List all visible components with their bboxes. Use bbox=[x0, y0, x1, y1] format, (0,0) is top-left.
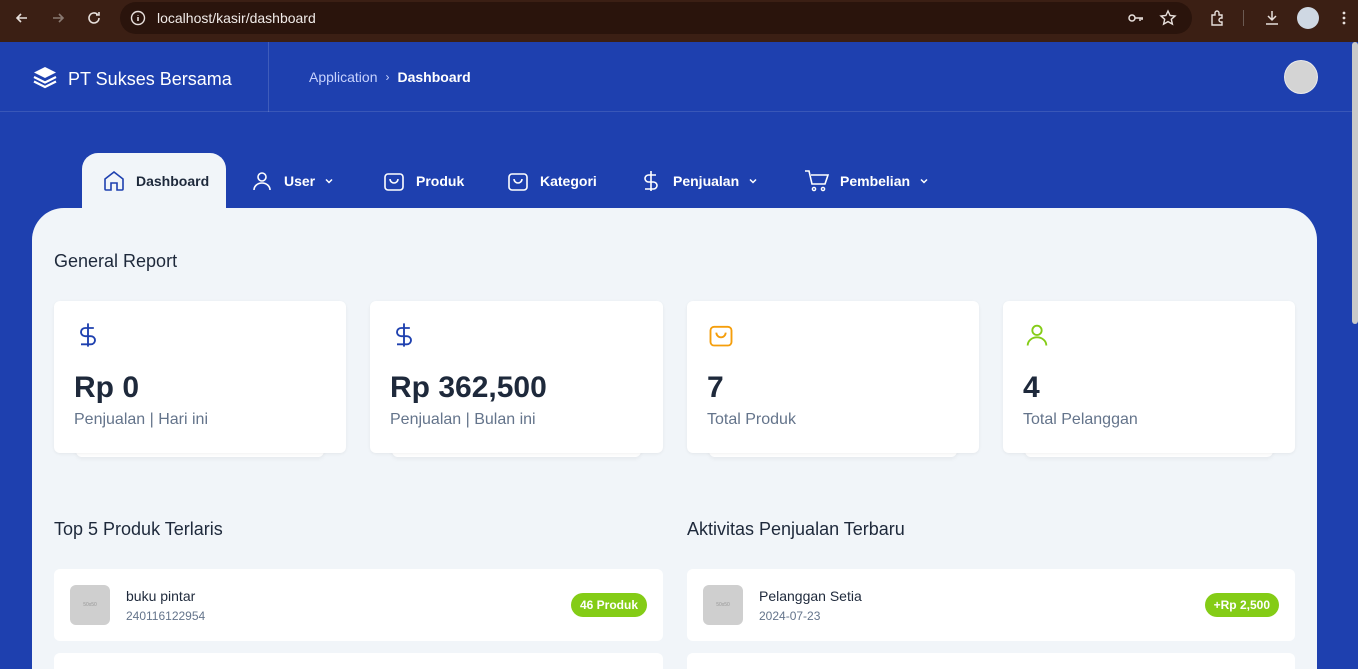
stat-value: Rp 362,500 bbox=[390, 371, 547, 404]
page-scrollbar[interactable] bbox=[1352, 42, 1358, 324]
main-content: General Report Rp 0 Penjualan | Hari ini… bbox=[32, 208, 1317, 669]
count-badge: 46 Produk bbox=[570, 593, 647, 617]
stat-value: 4 bbox=[1023, 371, 1040, 404]
tab-dashboard-label: Dashboard bbox=[136, 172, 210, 189]
star-icon[interactable] bbox=[1157, 7, 1179, 29]
dollar-icon bbox=[390, 321, 418, 349]
home-icon bbox=[102, 169, 126, 193]
tab-produk[interactable]: Produk bbox=[382, 153, 464, 208]
app-header: PT Sukses Bersama Application › Dashboar… bbox=[0, 42, 1358, 112]
tab-kategori-label: Kategori bbox=[540, 172, 597, 189]
stat-label: Total Produk bbox=[707, 411, 796, 428]
site-info-icon[interactable] bbox=[130, 10, 146, 31]
stat-card-body: Rp 362,500 Penjualan | Bulan ini bbox=[370, 301, 663, 453]
sale-date: 2024-07-23 bbox=[759, 609, 821, 623]
url-text[interactable]: localhost/kasir/dashboard bbox=[157, 10, 316, 26]
stat-card-body: 7 Total Produk bbox=[687, 301, 979, 453]
shopping-bag-icon bbox=[382, 169, 406, 193]
header-divider bbox=[268, 42, 269, 112]
address-bar[interactable]: localhost/kasir/dashboard bbox=[120, 2, 1192, 34]
dollar-icon bbox=[639, 169, 663, 193]
tab-dashboard[interactable]: Dashboard bbox=[82, 153, 226, 208]
menu-icon[interactable] bbox=[1333, 7, 1355, 29]
tab-pembelian[interactable]: Pembelian bbox=[804, 153, 930, 208]
download-icon[interactable] bbox=[1261, 7, 1283, 29]
tab-user[interactable]: User bbox=[250, 153, 335, 208]
brand-name: PT Sukses Bersama bbox=[68, 69, 232, 89]
profile-icon[interactable] bbox=[1297, 7, 1319, 29]
key-icon[interactable] bbox=[1125, 7, 1147, 29]
list-item[interactable] bbox=[54, 653, 663, 669]
stat-card-sales-month: Rp 362,500 Penjualan | Bulan ini bbox=[370, 301, 663, 461]
list-item[interactable]: 50x50 buku pintar 240116122954 46 Produk bbox=[54, 569, 663, 641]
list-item[interactable] bbox=[687, 653, 1295, 669]
stat-card-body: 4 Total Pelanggan bbox=[1003, 301, 1295, 453]
toolbar-divider bbox=[1243, 10, 1244, 26]
back-icon[interactable] bbox=[10, 6, 34, 30]
recent-sales-title: Aktivitas Penjualan Terbaru bbox=[687, 519, 905, 539]
stat-label: Penjualan | Bulan ini bbox=[390, 411, 536, 428]
shopping-bag-icon bbox=[707, 321, 735, 349]
stat-value: 7 bbox=[707, 371, 724, 404]
tab-user-label: User bbox=[284, 172, 316, 189]
cart-icon bbox=[804, 169, 830, 193]
dollar-icon bbox=[74, 321, 102, 349]
chevron-down-icon bbox=[918, 175, 930, 187]
user-icon bbox=[1023, 321, 1051, 349]
tab-produk-label: Produk bbox=[416, 172, 465, 189]
product-thumbnail: 50x50 bbox=[70, 585, 110, 625]
stat-value: Rp 0 bbox=[74, 371, 140, 404]
breadcrumb-current: Dashboard bbox=[397, 69, 471, 85]
product-code: 240116122954 bbox=[126, 609, 206, 623]
general-report-title: General Report bbox=[54, 251, 178, 271]
brand[interactable]: PT Sukses Bersama bbox=[32, 64, 232, 95]
tab-pembelian-label: Pembelian bbox=[840, 172, 911, 189]
breadcrumb: Application › Dashboard bbox=[309, 69, 471, 85]
customer-thumbnail: 50x50 bbox=[703, 585, 743, 625]
list-item[interactable]: 50x50 Pelanggan Setia 2024-07-23 +Rp 2,5… bbox=[687, 569, 1295, 641]
tab-kategori[interactable]: Kategori bbox=[506, 153, 597, 208]
layers-logo-icon bbox=[32, 64, 58, 95]
shopping-bag-icon bbox=[506, 169, 530, 193]
reload-icon[interactable] bbox=[82, 6, 106, 30]
browser-toolbar: localhost/kasir/dashboard bbox=[0, 0, 1358, 42]
chevron-right-icon: › bbox=[385, 70, 390, 84]
chevron-down-icon bbox=[323, 175, 335, 187]
customer-name: Pelanggan Setia bbox=[759, 588, 862, 604]
stat-label: Penjualan | Hari ini bbox=[74, 411, 209, 428]
amount-badge: +Rp 2,500 bbox=[1204, 593, 1279, 617]
product-name: buku pintar bbox=[126, 588, 196, 604]
breadcrumb-parent[interactable]: Application bbox=[309, 69, 378, 85]
user-icon bbox=[250, 169, 274, 193]
forward-icon[interactable] bbox=[46, 6, 70, 30]
top-products-title: Top 5 Produk Terlaris bbox=[54, 519, 223, 539]
stat-card-total-customers: 4 Total Pelanggan bbox=[1003, 301, 1295, 461]
extensions-icon[interactable] bbox=[1207, 7, 1229, 29]
tab-penjualan[interactable]: Penjualan bbox=[639, 153, 759, 208]
tab-penjualan-label: Penjualan bbox=[673, 172, 740, 189]
stat-label: Total Pelanggan bbox=[1023, 411, 1138, 428]
stat-card-total-products: 7 Total Produk bbox=[687, 301, 979, 461]
avatar[interactable] bbox=[1284, 60, 1318, 94]
stat-card-sales-today: Rp 0 Penjualan | Hari ini bbox=[54, 301, 346, 461]
stat-card-body: Rp 0 Penjualan | Hari ini bbox=[54, 301, 346, 453]
chevron-down-icon bbox=[747, 175, 759, 187]
